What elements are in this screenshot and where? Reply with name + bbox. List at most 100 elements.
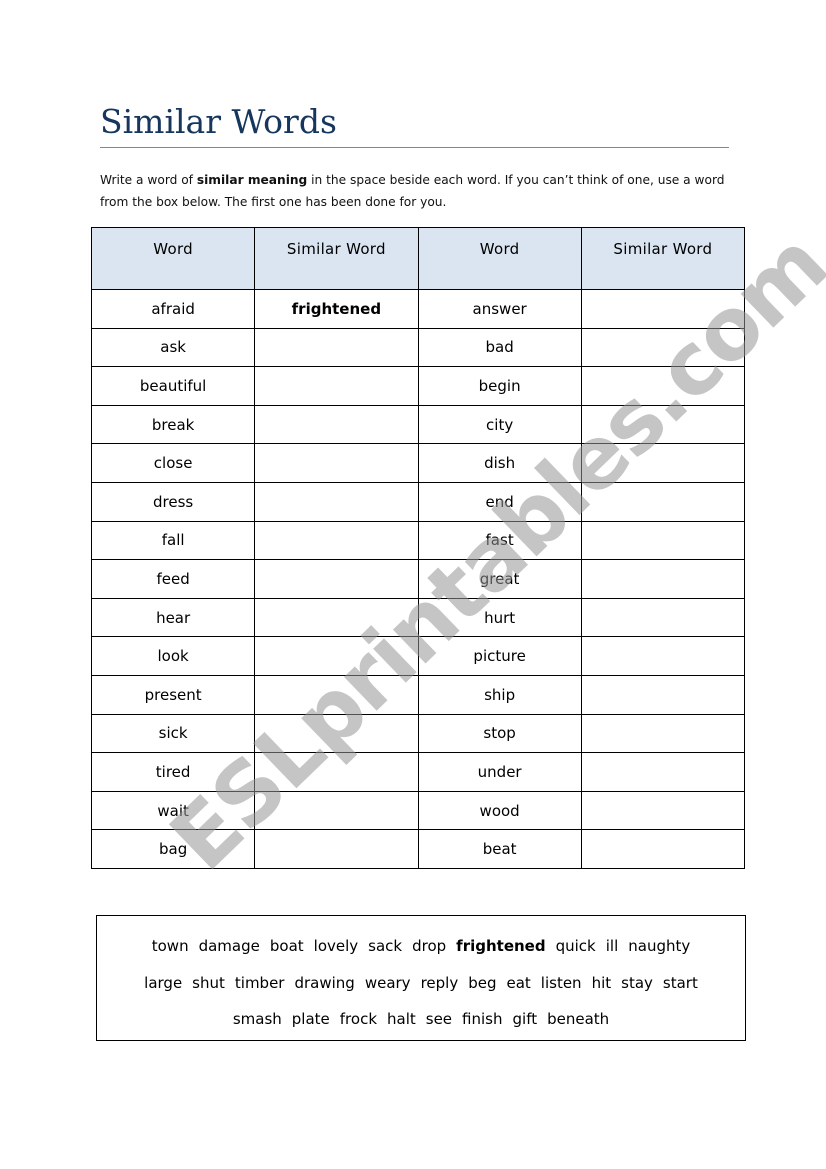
answer-cell[interactable] (580, 790, 746, 831)
answer-cell[interactable] (254, 713, 419, 754)
word-bank-word: weary (364, 973, 411, 992)
table-row: dress end (90, 481, 746, 522)
word-bank-word: drawing (294, 973, 355, 992)
word-cell: close (90, 443, 256, 483)
answer-cell[interactable] (254, 790, 419, 831)
answer-cell[interactable] (580, 829, 746, 869)
word-cell: hurt (417, 597, 582, 638)
word-cell: ship (417, 674, 582, 715)
word-cell: picture (417, 636, 582, 676)
word-cell: bag (90, 829, 256, 869)
answer-cell[interactable] (580, 520, 746, 561)
answer-cell[interactable] (254, 404, 419, 445)
answer-cell[interactable] (254, 636, 419, 676)
header-similar-2: Similar Word (580, 227, 746, 290)
answer-cell[interactable] (254, 443, 419, 483)
word-bank-word: gift (512, 1010, 538, 1028)
answer-cell[interactable] (254, 520, 419, 561)
word-bank-word: boat (269, 937, 304, 955)
word-bank-word: finish (462, 1010, 503, 1028)
word-bank-word: timber (234, 973, 285, 992)
answer-cell[interactable] (580, 674, 746, 715)
answer-cell[interactable]: frightened (254, 289, 419, 329)
answer-cell[interactable] (580, 327, 746, 368)
word-cell: wait (90, 790, 256, 831)
similar-words-table: Word Similar Word Word Similar Word afra… (90, 227, 746, 869)
answer-cell[interactable] (580, 636, 746, 676)
word-cell: tired (90, 752, 256, 792)
answer-cell[interactable] (580, 366, 746, 406)
answer-cell[interactable] (254, 752, 419, 792)
word-bank-word: beneath (547, 1010, 610, 1028)
word-bank-word: reply (420, 973, 459, 992)
answer-cell[interactable] (580, 752, 746, 792)
table-row: hear hurt (90, 597, 746, 638)
word-bank-word: stay (621, 973, 653, 992)
header-word-2: Word (417, 227, 582, 290)
answer-cell[interactable] (580, 404, 746, 445)
word-bank-word: ill (605, 937, 619, 955)
word-bank-word: halt (387, 1010, 416, 1028)
instructions: Write a word of similar meaning in the s… (100, 169, 740, 213)
answer-cell[interactable] (580, 597, 746, 638)
word-cell: beat (417, 829, 582, 869)
table-row: wait wood (90, 790, 746, 831)
word-bank-word: hit (591, 973, 612, 992)
word-cell: break (90, 404, 256, 445)
answer-cell[interactable] (580, 713, 746, 754)
answer-cell[interactable] (254, 481, 419, 522)
word-bank-word: plate (291, 1010, 330, 1028)
word-bank-word: start (662, 973, 698, 992)
word-cell: fall (90, 520, 256, 561)
answer-cell[interactable] (254, 597, 419, 638)
table-row: tired under (90, 752, 746, 792)
word-cell: answer (417, 289, 582, 329)
word-bank-word: lovely (313, 937, 359, 955)
word-cell: bad (417, 327, 582, 368)
answer-cell[interactable] (580, 559, 746, 599)
word-bank-word: damage (198, 937, 260, 955)
word-cell: look (90, 636, 256, 676)
table-row: feed great (90, 559, 746, 599)
table-row: afraid frightened answer (90, 289, 746, 329)
word-cell: fast (417, 520, 582, 561)
answer-cell[interactable] (580, 481, 746, 522)
table-header-row: Word Similar Word Word Similar Word (90, 227, 746, 290)
word-cell: hear (90, 597, 256, 638)
word-bank-word: town (151, 937, 189, 955)
word-bank-word: beg (468, 973, 497, 992)
word-cell: wood (417, 790, 582, 831)
word-cell: dish (417, 443, 582, 483)
answer-cell[interactable] (254, 327, 419, 368)
word-bank-word: listen (540, 973, 582, 992)
word-cell: under (417, 752, 582, 792)
answer-cell[interactable] (254, 366, 419, 406)
table-row: fall fast (90, 520, 746, 561)
table-row: close dish (90, 443, 746, 483)
page-title: Similar Words (100, 102, 337, 141)
word-cell: beautiful (90, 366, 256, 406)
word-cell: begin (417, 366, 582, 406)
instructions-text-1: Write a word of (100, 173, 197, 187)
table-row: bag beat (90, 829, 746, 869)
word-bank-word: eat (506, 973, 531, 992)
word-cell: feed (90, 559, 256, 599)
word-bank-word: smash (232, 1010, 282, 1028)
answer-cell[interactable] (254, 559, 419, 599)
answer-cell[interactable] (580, 289, 746, 329)
word-cell: sick (90, 713, 256, 754)
answer-cell[interactable] (254, 674, 419, 715)
word-bank-word: drop (412, 937, 447, 955)
word-cell: ask (90, 327, 256, 368)
word-cell: present (90, 674, 256, 715)
word-bank-word: naughty (628, 937, 691, 955)
word-bank-word: sack (368, 937, 403, 955)
word-cell: city (417, 404, 582, 445)
answer-cell[interactable] (254, 829, 419, 869)
word-bank-word: frightened (456, 937, 546, 955)
word-cell: dress (90, 481, 256, 522)
title-divider (100, 147, 729, 148)
table-row: break city (90, 404, 746, 445)
answer-cell[interactable] (580, 443, 746, 483)
word-cell: great (417, 559, 582, 599)
